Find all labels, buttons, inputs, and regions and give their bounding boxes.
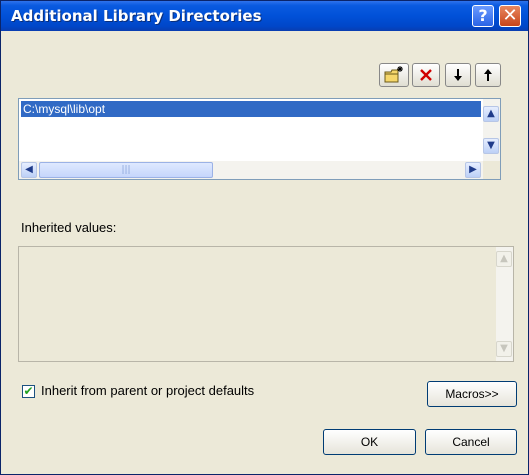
- chevron-right-icon: ▶: [469, 164, 477, 175]
- new-folder-icon: [384, 66, 403, 83]
- help-icon: ?: [478, 6, 488, 25]
- chevron-left-icon: ◀: [25, 164, 33, 175]
- title-bar[interactable]: Additional Library Directories ? ✕: [1, 1, 528, 31]
- delete-icon: [420, 69, 432, 81]
- inherited-values-label: Inherited values:: [21, 220, 117, 235]
- dialog-window: Additional Library Directories ? ✕ C:\my…: [0, 0, 529, 475]
- directory-list[interactable]: C:\mysql\lib\opt ▲ ▼ ◀ ||| ▶: [18, 98, 501, 180]
- scroll-up-button[interactable]: ▲: [483, 106, 499, 122]
- delete-button[interactable]: [412, 63, 440, 87]
- scroll-thumb[interactable]: |||: [39, 162, 213, 178]
- help-button[interactable]: ?: [472, 5, 494, 27]
- inherited-values-list: ▲ ▼: [18, 246, 514, 362]
- cancel-button[interactable]: Cancel: [425, 429, 517, 455]
- grip-icon: |||: [121, 165, 131, 175]
- new-line-button[interactable]: [379, 63, 409, 87]
- close-button[interactable]: ✕: [499, 5, 521, 27]
- ok-button[interactable]: OK: [323, 429, 416, 455]
- inherit-checkbox-label[interactable]: Inherit from parent or project defaults: [41, 383, 254, 398]
- arrow-up-icon: [484, 69, 492, 81]
- chevron-up-icon: ▲: [487, 108, 495, 119]
- check-icon: ✔: [23, 384, 34, 398]
- chevron-down-icon: ▼: [487, 140, 495, 151]
- inherit-checkbox[interactable]: ✔: [22, 385, 35, 398]
- scrollbar-corner: [483, 161, 500, 179]
- scroll-left-button[interactable]: ◀: [21, 162, 37, 178]
- vertical-scrollbar[interactable]: ▲ ▼: [483, 99, 500, 161]
- inherited-scroll-up-button: ▲: [496, 251, 512, 267]
- move-up-button[interactable]: [475, 63, 501, 87]
- inherited-vertical-scrollbar: ▲ ▼: [496, 247, 513, 361]
- dialog-title: Additional Library Directories: [11, 7, 262, 25]
- arrow-down-icon: [454, 69, 462, 81]
- close-icon: ✕: [502, 5, 518, 26]
- macros-button[interactable]: Macros>>: [427, 381, 517, 407]
- list-item[interactable]: C:\mysql\lib\opt: [21, 101, 481, 117]
- scroll-right-button[interactable]: ▶: [465, 162, 481, 178]
- scroll-down-button[interactable]: ▼: [483, 138, 499, 154]
- move-down-button[interactable]: [445, 63, 471, 87]
- chevron-down-icon: ▼: [500, 343, 508, 354]
- inherited-scroll-down-button: ▼: [496, 341, 512, 357]
- horizontal-scrollbar[interactable]: ◀ ||| ▶: [19, 161, 483, 179]
- chevron-up-icon: ▲: [500, 253, 508, 264]
